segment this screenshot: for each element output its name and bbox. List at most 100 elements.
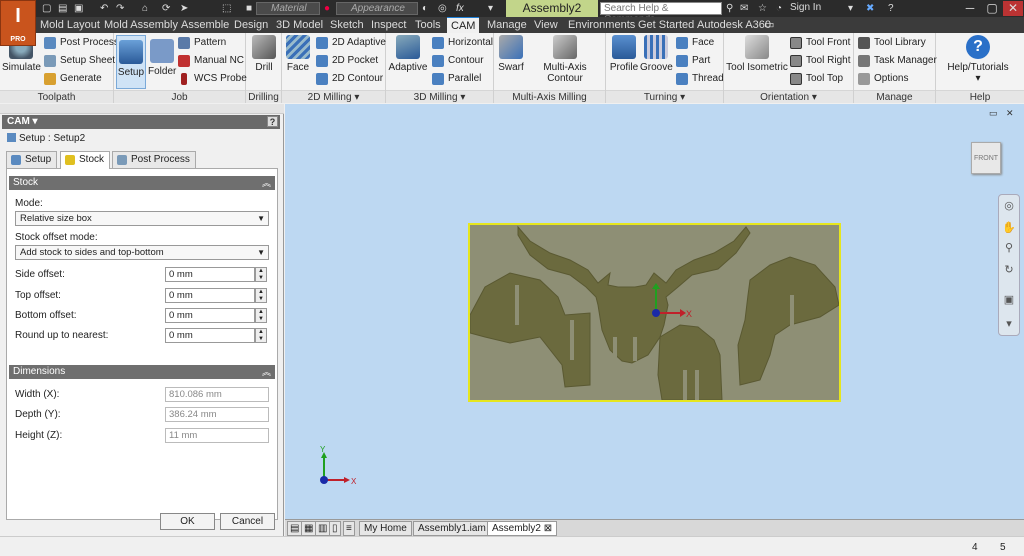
help-icon[interactable]: ? [888,2,894,15]
stock-box[interactable]: X [468,223,841,402]
orbit-icon[interactable]: ↻ [1002,263,1016,277]
collapse-icon[interactable]: ︽ [262,176,271,190]
maximize-button[interactable]: ▢ [982,1,1002,16]
nav-options-icon[interactable]: ▾ [1002,317,1016,331]
multi-axis-contour-button[interactable]: Multi-Axis Contour [526,35,604,84]
profile-button[interactable]: Profile [608,35,640,73]
panel-grip[interactable] [0,104,284,114]
doc-tab-assembly1[interactable]: Assembly1.iam [413,521,491,536]
help-tutorials-button[interactable]: ? Help/Tutorials ▾ [940,35,1016,84]
panel-title-orientation[interactable]: Orientation ▾ [724,90,853,103]
look-at-icon[interactable]: ▣ [1002,293,1016,307]
setup-sheet-button[interactable]: Setup Sheet [44,53,115,69]
adjust-icon[interactable]: ◎ [438,2,447,15]
open-icon[interactable]: ▤ [58,2,67,15]
next-window-icon[interactable]: ▯ [329,521,341,536]
adaptive-button[interactable]: Adaptive [388,35,428,73]
material-dropdown[interactable]: Material [256,2,320,15]
cam-panel-header[interactable]: CAM ▾? [2,115,280,129]
appearance-dropdown[interactable]: Appearance [336,2,418,15]
tab-stock[interactable]: Stock [60,151,111,169]
measure-icon[interactable]: ⬚ [222,2,231,15]
undo-icon[interactable]: ↶ [100,2,108,15]
drill-button[interactable]: Drill [250,35,278,73]
update-icon[interactable]: ⟳ [162,2,170,15]
close-button[interactable]: ✕ [1003,1,1023,16]
panel-title-2d-milling[interactable]: 2D Milling ▾ [282,90,385,103]
tab-get-started[interactable]: Get Started [638,17,694,33]
graphics-viewport[interactable]: ▭ ✕ FRONT ◎ ✋ ⚲ ↻ ▣ ▾ X Y X [285,104,1024,519]
exchange-icon[interactable]: ✖ [866,2,874,15]
doc-tab-my-home[interactable]: My Home [359,521,412,536]
pan-icon[interactable]: ✋ [1002,221,1016,235]
select-icon[interactable]: ➤ [180,2,188,15]
wcs-probe-button[interactable]: WCS Probe [178,71,247,87]
binoculars-icon[interactable]: ⚲ [726,2,733,15]
2d-adaptive-button[interactable]: 2D Adaptive [316,35,386,51]
tab-manage[interactable]: Manage [487,17,527,33]
tab-setup[interactable]: Setup [6,151,58,168]
close-view-icon[interactable]: ✕ [1006,108,1014,118]
options-button[interactable]: Options [858,71,908,87]
viewcube[interactable]: FRONT [971,142,1001,174]
panel-title-turning[interactable]: Turning ▾ [606,90,723,103]
save-icon[interactable]: ▣ [74,2,83,15]
minimize-button[interactable]: ─ [960,1,980,16]
sign-in-link[interactable]: Sign In [790,2,821,13]
tool-isometric-button[interactable]: Tool Isometric [726,35,788,73]
thread-button[interactable]: Thread [676,71,724,87]
face-button[interactable]: Face [284,35,312,73]
bottom-offset-stepper[interactable]: ▲ ▼ [255,308,267,323]
tab-3d-model[interactable]: 3D Model [276,17,323,33]
ribbon-toggle-icon[interactable]: ▭ [764,17,774,33]
tab-design[interactable]: Design [234,17,268,33]
tool-library-button[interactable]: Tool Library [858,35,926,51]
2d-pocket-button[interactable]: 2D Pocket [316,53,378,69]
zoom-icon[interactable]: ⚲ [1002,241,1016,255]
new-icon[interactable]: ▢ [42,2,51,15]
clear-appearance-icon[interactable]: ◐ [422,2,428,15]
home-icon[interactable]: ⌂ [142,2,148,15]
stock-offset-mode-select[interactable]: Add stock to sides and top-bottom ▼ [15,245,269,260]
side-offset-input[interactable]: 0 mm [165,267,255,282]
swarf-button[interactable]: Swarf [496,35,526,73]
top-offset-stepper[interactable]: ▲ ▼ [255,288,267,303]
tab-sketch[interactable]: Sketch [330,17,364,33]
restore-icon[interactable]: ▭ [989,108,998,118]
stock-section-header[interactable]: Stock ︽ [9,176,275,190]
panel-help-icon[interactable]: ? [267,116,278,127]
round-up-stepper[interactable]: ▲ ▼ [255,328,267,343]
tool-top-button[interactable]: Tool Top [790,71,843,87]
turning-face-button[interactable]: Face [676,35,714,51]
top-offset-input[interactable]: 0 mm [165,288,255,303]
collapse-icon[interactable]: ︽ [262,365,271,379]
setup-button[interactable]: Setup [116,35,146,89]
app-logo-button[interactable]: I PRO [0,0,36,46]
doc-list-icon[interactable]: ≡ [343,521,355,536]
tab-tools[interactable]: Tools [415,17,441,33]
help-dropdown-icon[interactable]: ▾ [975,73,980,84]
pattern-button[interactable]: Pattern [178,35,226,51]
tool-right-button[interactable]: Tool Right [790,53,850,69]
tab-assemble[interactable]: Assemble [181,17,229,33]
task-manager-button[interactable]: Task Manager [858,53,937,69]
fx-icon[interactable]: fx [456,2,464,15]
tab-view[interactable]: View [534,17,558,33]
star-icon[interactable]: ☆ [758,2,767,15]
bottom-offset-input[interactable]: 0 mm [165,308,255,323]
close-tab-icon[interactable]: ⊠ [544,523,552,534]
2d-contour-button[interactable]: 2D Contour [316,71,383,87]
folder-button[interactable]: Folder [148,35,176,77]
dimensions-section-header[interactable]: Dimensions ︽ [9,365,275,379]
groove-button[interactable]: Groove [640,35,673,73]
tool-front-button[interactable]: Tool Front [790,35,850,51]
post-process-button[interactable]: Post Process [44,35,119,51]
generate-button[interactable]: Generate [44,71,102,87]
tab-inspect[interactable]: Inspect [371,17,406,33]
manual-nc-button[interactable]: Manual NC [178,53,244,69]
cancel-button[interactable]: Cancel [220,513,275,530]
contour-button[interactable]: Contour [432,53,484,69]
mode-select[interactable]: Relative size box ▼ [15,211,269,226]
panel-title-3d-milling[interactable]: 3D Milling ▾ [386,90,493,103]
ok-button[interactable]: OK [160,513,215,530]
